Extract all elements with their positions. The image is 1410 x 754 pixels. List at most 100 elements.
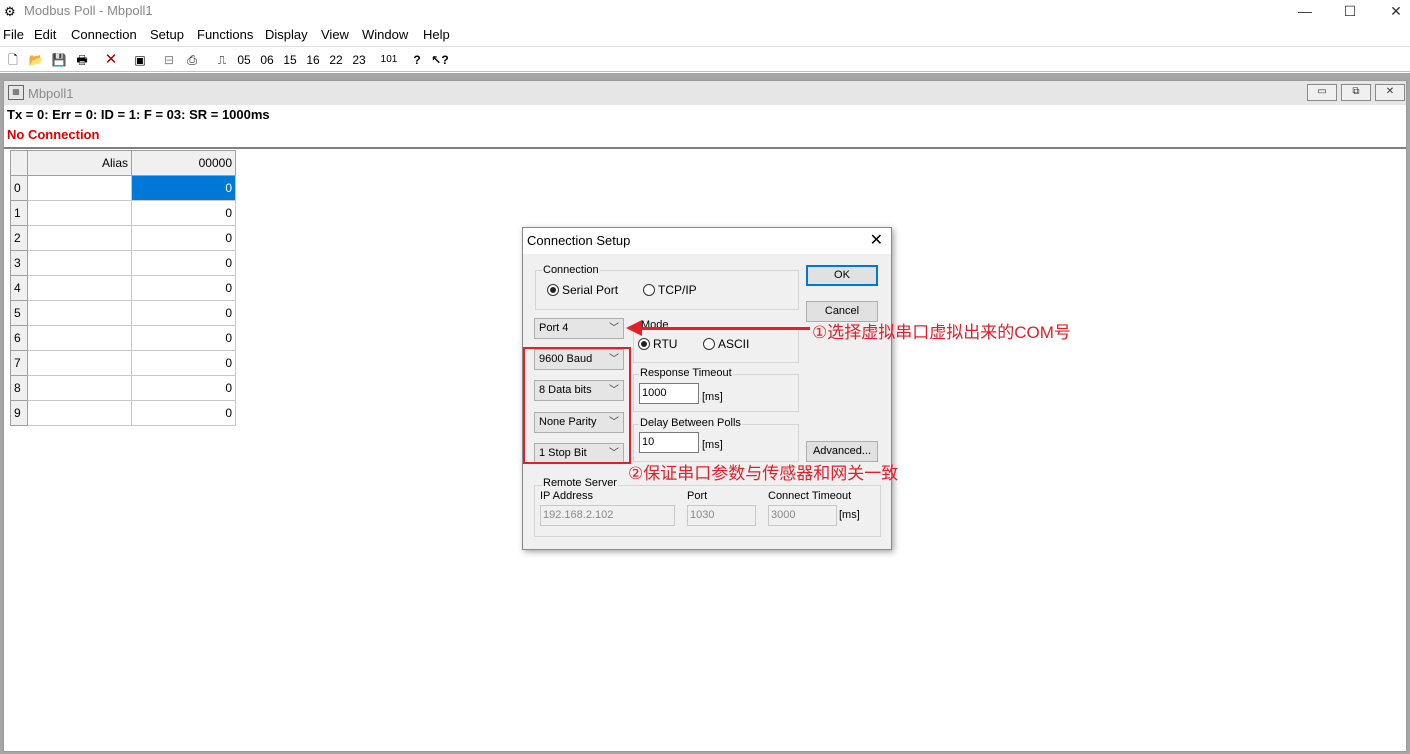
row-index[interactable]: 7 — [10, 350, 28, 376]
connect-timeout-unit: [ms] — [839, 509, 860, 521]
row-index[interactable]: 0 — [10, 175, 28, 201]
disconnect-icon[interactable]: ✕ — [102, 50, 120, 70]
value-cell[interactable]: 0 — [131, 400, 236, 426]
column-header-address[interactable]: 00000 — [131, 150, 236, 176]
alias-cell[interactable] — [27, 375, 132, 401]
table-row: 10 — [10, 200, 236, 226]
function-06-button[interactable]: 06 — [257, 50, 277, 70]
print-icon[interactable]: 🖶 — [73, 50, 91, 70]
window-icon[interactable]: ▣ — [131, 50, 149, 70]
row-index[interactable]: 3 — [10, 250, 28, 276]
serial-port-label: Serial Port — [562, 283, 619, 297]
row-index[interactable]: 6 — [10, 325, 28, 351]
value-cell[interactable]: 0 — [131, 200, 236, 226]
serial-params-highlight — [523, 347, 631, 464]
print-setup-icon[interactable]: ⎙ — [183, 50, 201, 70]
row-index[interactable]: 9 — [10, 400, 28, 426]
ok-button[interactable]: OK — [806, 265, 878, 286]
menu-edit[interactable]: Edit — [34, 27, 56, 42]
response-timeout-unit: [ms] — [702, 391, 723, 403]
tcpip-radio[interactable]: TCP/IP — [643, 283, 697, 297]
value-cell[interactable]: 0 — [131, 250, 236, 276]
alias-cell[interactable] — [27, 400, 132, 426]
ip-address-input[interactable]: 192.168.2.102 — [540, 505, 675, 526]
menu-help[interactable]: Help — [423, 27, 450, 42]
dialog-close-icon[interactable]: ✕ — [870, 230, 883, 250]
open-folder-icon[interactable]: 📂 — [27, 50, 45, 70]
alias-cell[interactable] — [27, 175, 132, 201]
menu-view[interactable]: View — [321, 27, 349, 42]
alias-cell[interactable] — [27, 325, 132, 351]
function-101-button[interactable]: 101 — [378, 50, 400, 70]
child-restore-button[interactable]: ⧉ — [1341, 84, 1371, 101]
value-cell[interactable]: 0 — [131, 375, 236, 401]
response-timeout-input[interactable]: 1000 — [639, 383, 699, 404]
new-file-icon[interactable]: 🗋 — [5, 50, 21, 70]
menu-display[interactable]: Display — [265, 27, 308, 42]
value-cell[interactable]: 0 — [131, 350, 236, 376]
close-button[interactable]: ✕ — [1373, 0, 1410, 24]
radio-unselected-icon — [643, 284, 655, 296]
minimize-button[interactable]: — — [1282, 0, 1328, 24]
child-minimize-button[interactable]: ▭ — [1307, 84, 1337, 101]
row-index[interactable]: 8 — [10, 375, 28, 401]
value-cell[interactable]: 0 — [131, 300, 236, 326]
corner-cell — [10, 150, 28, 176]
response-timeout-label: Response Timeout — [639, 367, 733, 379]
row-index[interactable]: 1 — [10, 200, 28, 226]
alias-cell[interactable] — [27, 200, 132, 226]
row-index[interactable]: 4 — [10, 275, 28, 301]
table-row: 60 — [10, 325, 236, 351]
delay-input[interactable]: 10 — [639, 432, 699, 453]
save-icon[interactable]: 💾 — [50, 50, 68, 70]
alias-cell[interactable] — [27, 225, 132, 251]
context-help-icon[interactable]: ↖? — [430, 50, 450, 70]
annotation-com-port: ①选择虚拟串口虚拟出来的COM号 — [812, 323, 1071, 342]
help-icon[interactable]: ? — [408, 50, 426, 70]
rtu-radio[interactable]: RTU — [638, 337, 677, 351]
row-index[interactable]: 2 — [10, 225, 28, 251]
function-05-button[interactable]: 05 — [234, 50, 254, 70]
read-write-icon[interactable]: ⊟ — [160, 50, 178, 70]
ascii-label: ASCII — [718, 337, 750, 351]
connect-timeout-label: Connect Timeout — [768, 490, 852, 502]
table-row: 40 — [10, 275, 236, 301]
function-15-button[interactable]: 15 — [280, 50, 300, 70]
annotation-arrow-line — [640, 327, 810, 330]
child-title-bar: ▦ Mbpoll1 ▭ ⧉ ✕ — [4, 81, 1406, 105]
serial-port-radio[interactable]: Serial Port — [547, 283, 618, 297]
connect-timeout-input[interactable]: 3000 — [768, 505, 837, 526]
column-header-alias[interactable]: Alias — [27, 150, 132, 176]
table-row: 30 — [10, 250, 236, 276]
tcpip-label: TCP/IP — [658, 283, 697, 297]
app-icon: ⚙ — [4, 4, 16, 19]
alias-cell[interactable] — [27, 250, 132, 276]
function-16-button[interactable]: 16 — [303, 50, 323, 70]
ascii-radio[interactable]: ASCII — [703, 337, 749, 351]
menu-connection[interactable]: Connection — [71, 27, 137, 42]
menu-file[interactable]: File — [3, 27, 24, 42]
value-cell[interactable]: 0 — [131, 225, 236, 251]
row-index[interactable]: 5 — [10, 300, 28, 326]
menu-window[interactable]: Window — [362, 27, 408, 42]
table-row: 20 — [10, 225, 236, 251]
pulse-icon[interactable]: ⎍ — [213, 50, 231, 70]
value-cell[interactable]: 0 — [131, 275, 236, 301]
value-cell[interactable]: 0 — [131, 325, 236, 351]
function-22-button[interactable]: 22 — [326, 50, 346, 70]
menu-setup[interactable]: Setup — [150, 27, 184, 42]
alias-cell[interactable] — [27, 350, 132, 376]
value-cell[interactable]: 0 — [131, 175, 236, 201]
table-row: 50 — [10, 300, 236, 326]
port-value: Port 4 — [539, 322, 569, 334]
connection-status: No Connection — [7, 127, 100, 142]
tcp-port-input[interactable]: 1030 — [687, 505, 756, 526]
rtu-label: RTU — [653, 337, 678, 351]
alias-cell[interactable] — [27, 275, 132, 301]
port-select[interactable]: Port 4 ﹀ — [534, 318, 624, 339]
function-23-button[interactable]: 23 — [349, 50, 369, 70]
alias-cell[interactable] — [27, 300, 132, 326]
child-close-button[interactable]: ✕ — [1375, 84, 1405, 101]
maximize-button[interactable]: ☐ — [1327, 0, 1373, 24]
menu-functions[interactable]: Functions — [197, 27, 253, 42]
